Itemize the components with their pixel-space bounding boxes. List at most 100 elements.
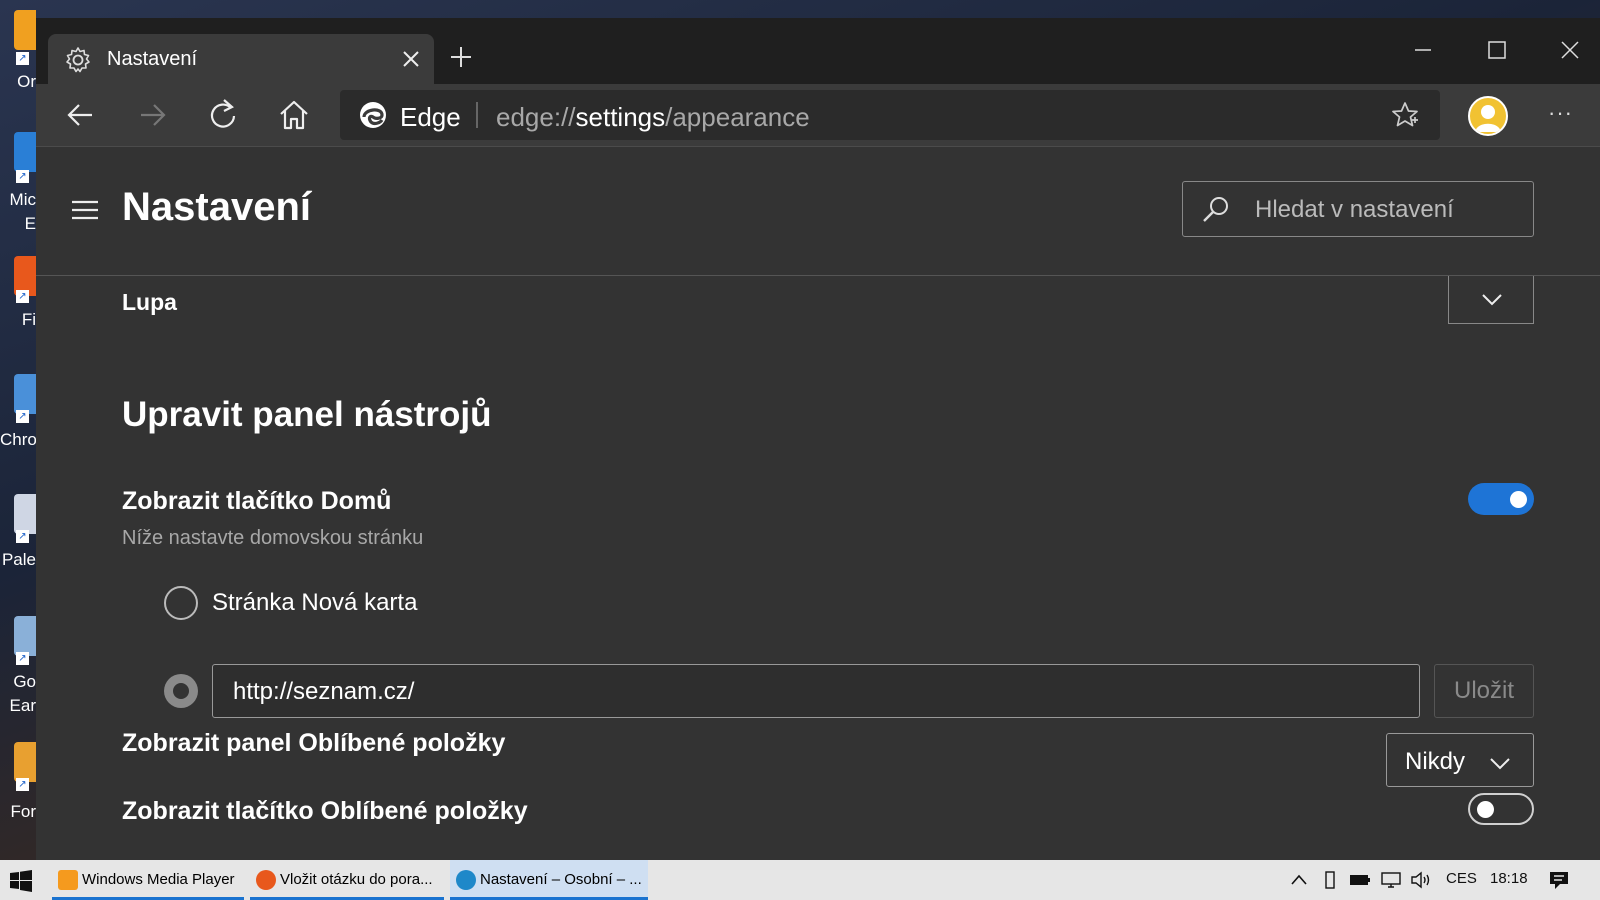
home-button-subtitle: Níže nastavte domovskou stránku	[122, 527, 424, 549]
battery-icon[interactable]	[1348, 872, 1372, 888]
firefox-icon	[256, 870, 276, 890]
edge-icon	[456, 870, 476, 890]
desktop-icon-label: Mic	[9, 190, 36, 209]
favorite-star-icon[interactable]	[1390, 100, 1420, 130]
network-icon[interactable]	[1380, 871, 1402, 889]
close-tab-icon[interactable]	[398, 46, 424, 72]
desktop-icon[interactable]: ↗ For	[0, 738, 36, 858]
shortcut-arrow-icon: ↗	[16, 290, 29, 303]
toggle-knob	[1477, 801, 1494, 818]
maximize-icon[interactable]	[1474, 28, 1520, 72]
clock[interactable]: 18:18	[1490, 870, 1528, 887]
desktop-icon[interactable]: ↗ Mic E	[0, 128, 36, 248]
shortcut-arrow-icon: ↗	[16, 530, 29, 543]
desktop-icon-label: Ear	[9, 696, 36, 715]
home-url-field[interactable]	[212, 664, 1420, 718]
shortcut-arrow-icon: ↗	[16, 410, 29, 423]
taskbar-item-firefox[interactable]: Vložit otázku do pora...	[250, 860, 444, 900]
taskbar-item-edge[interactable]: Nastavení – Osobní – ...	[450, 860, 648, 900]
home-icon[interactable]	[275, 96, 313, 134]
desktop-icon-label: Go	[13, 672, 36, 691]
zoom-label: Lupa	[122, 289, 177, 315]
gear-icon	[66, 47, 90, 73]
desktop-icon[interactable]: ↗ Or	[0, 4, 36, 124]
usb-device-icon[interactable]	[1322, 870, 1338, 890]
forward-icon[interactable]	[133, 96, 171, 134]
app-icon	[14, 742, 36, 782]
refresh-icon[interactable]	[204, 96, 242, 134]
edge-logo-icon	[360, 102, 386, 128]
address-bar[interactable]: Edge edge://settings/appearance	[340, 90, 1440, 140]
app-icon	[14, 132, 36, 172]
desktop-icon-label: E	[24, 214, 36, 233]
taskbar-item-label: Windows Media Player	[82, 871, 235, 888]
volume-icon[interactable]	[1410, 871, 1432, 889]
chevron-down-icon	[1482, 294, 1502, 306]
url-text: edge://settings/appearance	[496, 102, 810, 132]
settings-search[interactable]	[1182, 181, 1534, 237]
taskbar: Windows Media Player Vložit otázku do po…	[0, 860, 1600, 900]
browser-toolbar: Edge edge://settings/appearance ···	[36, 84, 1600, 147]
shortcut-arrow-icon: ↗	[16, 652, 29, 665]
tab-settings[interactable]: Nastavení	[48, 34, 434, 84]
desktop-icon-label: For	[10, 802, 37, 821]
search-icon	[1203, 197, 1228, 222]
more-menu-button[interactable]: ···	[1548, 100, 1573, 126]
desktop-icon-label: Chro	[0, 430, 36, 449]
language-indicator[interactable]: CES	[1446, 870, 1477, 887]
profile-avatar[interactable]	[1468, 96, 1508, 136]
radio-newtab-label[interactable]: Stránka Nová karta	[212, 589, 417, 617]
desktop-icon[interactable]: ↗ Chro	[0, 370, 36, 490]
taskbar-item-label: Nastavení – Osobní – ...	[480, 871, 642, 888]
zoom-dropdown[interactable]	[1448, 276, 1534, 324]
divider	[476, 102, 478, 128]
search-input[interactable]	[1253, 190, 1527, 230]
save-button[interactable]: Uložit	[1434, 664, 1534, 718]
windows-start-icon[interactable]	[10, 870, 32, 892]
select-value: Nikdy	[1405, 748, 1466, 775]
taskbar-item-label: Vložit otázku do pora...	[280, 871, 433, 888]
app-icon	[14, 494, 36, 534]
browser-brand: Edge	[400, 102, 461, 132]
home-button-toggle[interactable]	[1468, 483, 1534, 515]
shortcut-arrow-icon: ↗	[16, 778, 29, 791]
user-icon	[1475, 105, 1501, 132]
section-title: Upravit panel nástrojů	[122, 395, 492, 434]
app-icon	[14, 374, 36, 414]
app-icon	[14, 10, 36, 50]
favorites-bar-label: Zobrazit panel Oblíbené položky	[122, 729, 506, 757]
radio-newtab[interactable]	[164, 586, 198, 620]
home-url-input[interactable]	[231, 673, 1395, 711]
minimize-icon[interactable]	[1400, 28, 1446, 72]
home-button-label: Zobrazit tlačítko Domů	[122, 487, 392, 515]
hamburger-menu-icon[interactable]	[70, 197, 100, 223]
favorites-bar-select[interactable]: Nikdy	[1386, 733, 1534, 787]
new-tab-icon[interactable]	[446, 42, 476, 72]
app-icon	[14, 616, 36, 656]
close-window-icon[interactable]	[1546, 28, 1600, 72]
settings-page: Nastavení Lupa Upravit panel nástrojů Zo…	[36, 147, 1600, 860]
toggle-knob	[1510, 491, 1527, 508]
shortcut-arrow-icon: ↗	[16, 52, 29, 65]
tab-title: Nastavení	[107, 48, 198, 70]
desktop-icon[interactable]: ↗ Fi	[0, 252, 36, 372]
settings-header: Nastavení	[36, 147, 1600, 276]
media-player-icon	[58, 870, 78, 890]
page-title: Nastavení	[122, 185, 311, 229]
radio-custom-url[interactable]	[164, 674, 198, 708]
favorites-button-toggle[interactable]	[1468, 793, 1534, 825]
favorites-button-label: Zobrazit tlačítko Oblíbené položky	[122, 797, 528, 825]
desktop-icon-label: Pale	[1, 550, 36, 569]
taskbar-item-media-player[interactable]: Windows Media Player	[52, 860, 244, 900]
desktop-icon-label: Fi	[21, 310, 36, 329]
desktop-icon[interactable]: ↗ Go Ear	[0, 612, 36, 732]
shortcut-arrow-icon: ↗	[16, 170, 29, 183]
desktop-icon-label: Or	[17, 72, 36, 91]
back-icon[interactable]	[62, 96, 100, 134]
chevron-down-icon	[1490, 758, 1510, 770]
desktop-icon[interactable]: ↗ Pale	[0, 490, 36, 610]
browser-window: Nastavení Edge edge://settings/appearanc…	[36, 18, 1600, 860]
chevron-up-icon[interactable]	[1290, 872, 1308, 888]
title-bar: Nastavení	[36, 18, 1600, 84]
notifications-icon[interactable]	[1548, 870, 1570, 890]
